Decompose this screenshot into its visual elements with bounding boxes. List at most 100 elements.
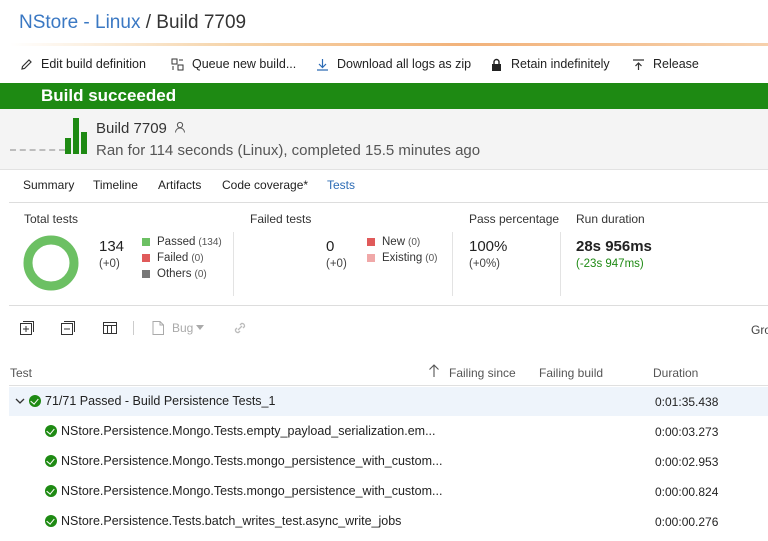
test-name: NStore.Persistence.Mongo.Tests.empty_pay… bbox=[61, 424, 436, 438]
release-icon bbox=[633, 58, 644, 70]
tab-code-coverage[interactable]: Code coverage* bbox=[222, 178, 308, 192]
test-name: NStore.Persistence.Mongo.Tests.mongo_per… bbox=[61, 484, 443, 498]
legend-failed: Failed (0) bbox=[142, 252, 204, 264]
build-tabs: Summary Timeline Artifacts Code coverage… bbox=[0, 178, 768, 198]
release-label: Release bbox=[653, 57, 699, 71]
legend-new: New (0) bbox=[367, 236, 420, 248]
breadcrumb-separator: / bbox=[140, 12, 157, 33]
group-by-label[interactable]: Gro bbox=[751, 323, 768, 337]
collapse-all-icon[interactable] bbox=[60, 320, 76, 336]
test-duration: 0:00:02.953 bbox=[655, 455, 719, 469]
stats-divider-bottom bbox=[9, 305, 768, 306]
pass-percentage-label: Pass percentage bbox=[469, 212, 560, 226]
document-icon bbox=[152, 321, 164, 335]
failed-tests-value: 0 bbox=[326, 238, 335, 255]
legend-existing-label: Existing bbox=[382, 252, 423, 264]
tab-timeline[interactable]: Timeline bbox=[93, 178, 138, 192]
build-title-text: Build 7709 bbox=[96, 120, 167, 137]
legend-existing: Existing (0) bbox=[367, 252, 438, 264]
existing-swatch bbox=[367, 254, 375, 262]
passed-check-icon bbox=[45, 455, 57, 467]
sort-arrow-up-icon[interactable] bbox=[428, 364, 440, 378]
stats-divider-1 bbox=[233, 232, 234, 296]
dropdown-arrow-icon bbox=[196, 325, 205, 330]
retain-indefinitely-label: Retain indefinitely bbox=[511, 57, 610, 71]
run-duration-value: 28s 956ms bbox=[576, 238, 652, 255]
legend-others-label: Others bbox=[157, 268, 192, 280]
download-icon bbox=[317, 58, 328, 71]
build-status-banner: Build succeeded bbox=[0, 83, 768, 109]
release-button[interactable]: Release bbox=[632, 50, 699, 78]
tab-tests[interactable]: Tests bbox=[327, 178, 355, 192]
download-logs-button[interactable]: Download all logs as zip bbox=[316, 50, 471, 78]
legend-failed-label: Failed bbox=[157, 252, 189, 264]
legend-new-count: (0) bbox=[408, 236, 421, 248]
header-accent-line bbox=[10, 43, 768, 46]
legend-new-label: New bbox=[382, 236, 406, 248]
passed-swatch bbox=[142, 238, 150, 246]
legend-failed-count: (0) bbox=[191, 252, 204, 264]
test-group-name: 71/71 Passed - Build Persistence Tests_1 bbox=[45, 394, 276, 408]
column-options-icon[interactable] bbox=[102, 320, 118, 336]
timeline-dashes bbox=[10, 149, 65, 151]
tab-artifacts[interactable]: Artifacts bbox=[158, 178, 201, 192]
failed-tests-label: Failed tests bbox=[250, 212, 312, 226]
breadcrumb-project-link[interactable]: NStore - Linux bbox=[19, 12, 140, 33]
queue-new-build-button[interactable]: Queue new build... bbox=[171, 50, 296, 78]
bug-label: Bug bbox=[172, 321, 194, 335]
bug-button[interactable]: Bug bbox=[151, 320, 205, 336]
test-row[interactable]: NStore.Persistence.Mongo.Tests.mongo_per… bbox=[9, 447, 768, 476]
test-name: NStore.Persistence.Tests.batch_writes_te… bbox=[61, 514, 402, 528]
toolbar: Edit build definition Queue new build...… bbox=[0, 50, 768, 78]
test-row[interactable]: NStore.Persistence.Tests.batch_writes_te… bbox=[9, 507, 768, 536]
passed-arc bbox=[23, 235, 79, 291]
column-failing-build[interactable]: Failing build bbox=[539, 366, 603, 380]
header-divider bbox=[9, 385, 768, 386]
expand-all-icon[interactable] bbox=[19, 320, 35, 336]
total-tests-value: 134 bbox=[99, 238, 125, 255]
stats-divider-3 bbox=[560, 232, 561, 296]
run-duration-label: Run duration bbox=[576, 212, 645, 226]
tabs-divider bbox=[9, 202, 768, 203]
test-duration: 0:00:00.276 bbox=[655, 515, 719, 529]
column-failing-since[interactable]: Failing since bbox=[449, 366, 516, 380]
passed-check-icon bbox=[45, 485, 57, 497]
test-row[interactable]: NStore.Persistence.Mongo.Tests.empty_pay… bbox=[9, 417, 768, 446]
test-row[interactable]: NStore.Persistence.Mongo.Tests.mongo_per… bbox=[9, 477, 768, 506]
others-swatch bbox=[142, 270, 150, 278]
chevron-down-icon[interactable] bbox=[15, 397, 25, 405]
legend-passed-label: Passed bbox=[157, 236, 196, 248]
lock-icon bbox=[492, 58, 501, 71]
legend-existing-count: (0) bbox=[425, 252, 438, 264]
build-summary: Build 7709 Ran for 114 seconds (Linux), … bbox=[0, 109, 768, 170]
test-name: NStore.Persistence.Mongo.Tests.mongo_per… bbox=[61, 454, 443, 468]
column-duration[interactable]: Duration bbox=[653, 366, 698, 380]
build-title: Build 7709 bbox=[96, 120, 186, 137]
failed-tests-delta: (+0) bbox=[326, 258, 347, 270]
test-group-row[interactable]: 71/71 Passed - Build Persistence Tests_1… bbox=[9, 387, 768, 416]
passed-check-icon bbox=[29, 395, 41, 407]
build-status-text: Build succeeded bbox=[41, 86, 177, 105]
test-duration: 0:00:03.273 bbox=[655, 425, 719, 439]
edit-build-definition-button[interactable]: Edit build definition bbox=[20, 50, 146, 78]
retain-indefinitely-button[interactable]: Retain indefinitely bbox=[490, 50, 610, 78]
test-duration: 0:01:35.438 bbox=[655, 395, 719, 409]
column-test[interactable]: Test bbox=[10, 366, 32, 380]
queue-icon bbox=[171, 58, 184, 70]
pass-percentage-value: 100% bbox=[469, 238, 508, 255]
legend-others-count: (0) bbox=[194, 268, 207, 280]
total-tests-label: Total tests bbox=[24, 212, 79, 226]
tab-summary[interactable]: Summary bbox=[23, 178, 74, 192]
pass-percentage-delta: (+0%) bbox=[469, 258, 500, 270]
link-icon[interactable] bbox=[232, 320, 248, 336]
pencil-icon bbox=[21, 58, 32, 70]
header: NStore - Linux / Build 7709 bbox=[0, 0, 768, 46]
failed-swatch bbox=[142, 254, 150, 262]
build-history-chart-icon bbox=[65, 118, 89, 154]
person-icon bbox=[175, 121, 186, 133]
passed-check-icon bbox=[45, 425, 57, 437]
total-tests-donut bbox=[23, 235, 79, 291]
breadcrumb: NStore - Linux / Build 7709 bbox=[19, 12, 246, 34]
stats-divider-2 bbox=[452, 232, 453, 296]
build-subtitle: Ran for 114 seconds (Linux), completed 1… bbox=[96, 142, 481, 159]
